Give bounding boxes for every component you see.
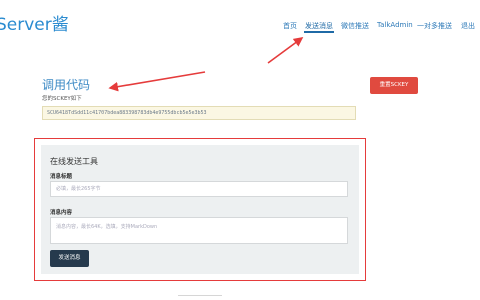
arrow-to-section — [108, 71, 206, 92]
annotation-arrows — [108, 37, 304, 92]
arrow-to-nav — [267, 37, 304, 64]
